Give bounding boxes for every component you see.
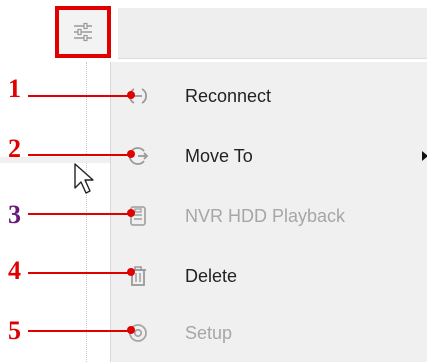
callout-number-5: 5 bbox=[8, 316, 21, 345]
callout-dot-4 bbox=[127, 268, 135, 276]
menu-item-label: NVR HDD Playback bbox=[185, 205, 346, 226]
callout-number-4: 4 bbox=[8, 256, 21, 285]
callout-dot-2 bbox=[127, 150, 135, 158]
menu-item-move-to[interactable]: Move To bbox=[111, 127, 427, 185]
callout-line-2 bbox=[28, 154, 132, 156]
callout-line-5 bbox=[28, 330, 132, 332]
context-menu: Reconnect Move To NVR HDD Playback Delet… bbox=[110, 62, 427, 362]
callout-line-3 bbox=[28, 213, 132, 215]
sliders-icon bbox=[74, 22, 92, 42]
toolbar-strip bbox=[118, 8, 427, 59]
menu-item-label: Move To bbox=[185, 145, 253, 166]
callout-dot-5 bbox=[127, 326, 135, 334]
pane-divider bbox=[86, 62, 87, 362]
menu-item-delete[interactable]: Delete bbox=[111, 247, 427, 305]
menu-item-label: Reconnect bbox=[185, 85, 272, 106]
callout-number-3: 3 bbox=[8, 200, 21, 229]
menu-item-label: Setup bbox=[185, 322, 233, 343]
callout-dot-1 bbox=[127, 91, 135, 99]
submenu-arrow-icon bbox=[422, 151, 427, 161]
callout-line-1 bbox=[28, 95, 132, 97]
menu-item-label: Delete bbox=[185, 265, 238, 286]
mouse-cursor-icon bbox=[74, 163, 94, 194]
toolbar bbox=[0, 0, 427, 62]
menu-item-nvr-hdd-playback[interactable]: NVR HDD Playback bbox=[111, 187, 427, 245]
callout-number-2: 2 bbox=[8, 134, 21, 163]
settings-button[interactable] bbox=[55, 6, 111, 58]
callout-line-4 bbox=[28, 272, 132, 274]
callout-number-1: 1 bbox=[8, 74, 21, 103]
trash-icon bbox=[125, 263, 151, 289]
menu-item-reconnect[interactable]: Reconnect bbox=[111, 67, 427, 125]
menu-item-setup[interactable]: Setup bbox=[111, 304, 427, 362]
callout-dot-3 bbox=[127, 209, 135, 217]
